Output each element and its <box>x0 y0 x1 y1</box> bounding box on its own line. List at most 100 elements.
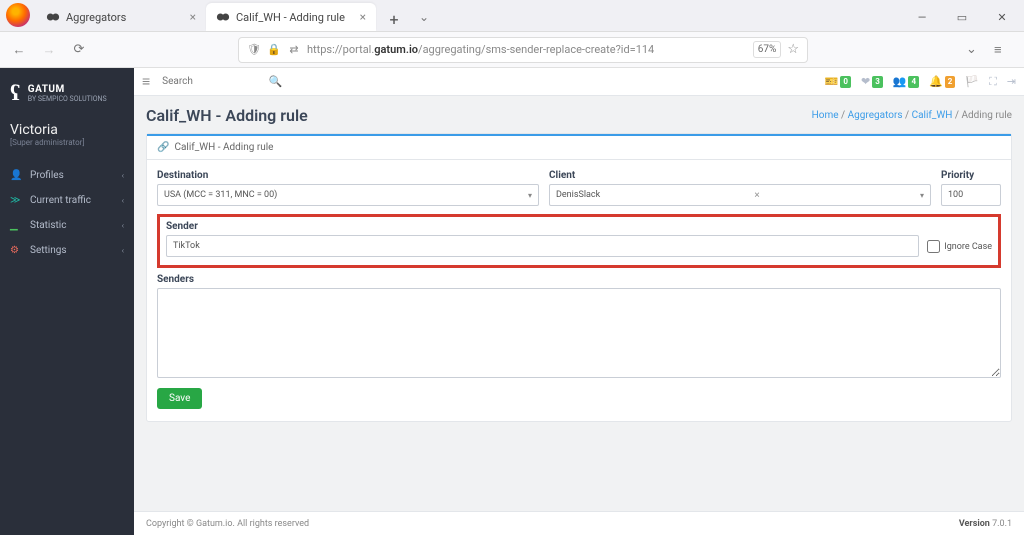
lang-icon[interactable]: 🏳️ <box>965 75 979 88</box>
tab-list-button[interactable]: ⌄ <box>406 3 442 31</box>
notif-badge-3[interactable]: 👥4 <box>893 75 919 88</box>
bookmark-star-icon[interactable]: ☆ <box>787 42 799 57</box>
page-title: Calif_WH - Adding rule <box>146 106 308 125</box>
breadcrumb-calif-wh[interactable]: Calif_WH <box>912 110 953 121</box>
notif-badge-1[interactable]: 🎫0 <box>825 75 851 88</box>
url-text: https://portal.gatum.io/aggregating/sms-… <box>307 43 654 56</box>
back-button[interactable]: ← <box>8 39 30 61</box>
chevron-left-icon: ‹ <box>122 246 124 255</box>
tab-label: Aggregators <box>66 11 126 24</box>
browser-tab-strip: Aggregators × Calif_WH - Adding rule × +… <box>0 0 1024 32</box>
link-icon: 🔗 <box>157 142 169 153</box>
hamburger-icon[interactable]: ≡ <box>142 73 150 90</box>
sidebar-item-profiles[interactable]: 👤 Profiles ‹ <box>0 163 134 188</box>
form-panel: 🔗 Calif_WH - Adding rule Destination USA… <box>146 133 1012 422</box>
ignore-case-checkbox[interactable]: Ignore Case <box>927 240 992 257</box>
breadcrumb: Home / Aggregators / Calif_WH / Adding r… <box>812 110 1012 121</box>
chevron-down-icon: ▾ <box>920 191 924 200</box>
user-block: Victoria [Super administrator] <box>0 118 134 155</box>
bell-icon: 🔔 <box>929 75 943 88</box>
browser-tab-aggregators[interactable]: Aggregators × <box>36 3 206 31</box>
heart-icon: ❤ <box>861 75 870 88</box>
panel-title: Calif_WH - Adding rule <box>174 142 273 153</box>
reload-button[interactable]: ⟳ <box>68 39 90 61</box>
priority-input[interactable] <box>941 184 1001 206</box>
footer: Copyright © Gatum.io. All rights reserve… <box>134 511 1024 535</box>
sender-input[interactable] <box>166 235 919 257</box>
chevron-left-icon: ‹ <box>122 171 124 180</box>
shield-icon: 🛡 <box>247 43 261 57</box>
logout-icon[interactable]: ⇥ <box>1007 75 1016 88</box>
brand-logo: ʕ <box>10 80 20 106</box>
chevron-left-icon: ‹ <box>122 221 124 230</box>
brand-subtitle: BY SEMPICO SOLUTIONS <box>28 95 107 103</box>
user-name: Victoria <box>10 122 124 138</box>
notif-badge-4[interactable]: 🔔2 <box>929 75 955 88</box>
sidebar-item-label: Statistic <box>30 220 66 231</box>
ticket-icon: 🎫 <box>825 75 839 88</box>
sidebar-item-label: Current traffic <box>30 195 91 206</box>
sidebar-item-label: Profiles <box>30 170 64 181</box>
close-tab-icon[interactable]: × <box>360 10 366 24</box>
permissions-icon: ⇄ <box>287 43 301 57</box>
tab-favicon <box>46 10 60 24</box>
destination-label: Destination <box>157 170 539 181</box>
traffic-icon: ≫ <box>10 195 22 206</box>
breadcrumb-current: Adding rule <box>962 110 1013 121</box>
chevron-left-icon: ‹ <box>122 196 124 205</box>
footer-version: 7.0.1 <box>992 519 1012 529</box>
sidebar: ʕ GATUM BY SEMPICO SOLUTIONS Victoria [S… <box>0 68 134 535</box>
client-label: Client <box>549 170 931 181</box>
chevron-down-icon: ▾ <box>528 191 532 200</box>
tab-favicon <box>216 10 230 24</box>
destination-select[interactable]: USA (MCC = 311, MNC = 00) ▾ <box>157 184 539 206</box>
lock-icon: 🔒 <box>267 43 281 57</box>
sender-highlight-region: Sender Ignore Case <box>157 214 1001 268</box>
senders-textarea[interactable] <box>157 288 1001 378</box>
client-select[interactable]: DenisSlack × ▾ <box>549 184 931 206</box>
pocket-icon[interactable]: ⌄ <box>966 42 984 58</box>
tab-label: Calif_WH - Adding rule <box>236 11 345 24</box>
browser-tab-calif-wh[interactable]: Calif_WH - Adding rule × <box>206 3 376 31</box>
sender-label: Sender <box>166 221 919 232</box>
breadcrumb-home[interactable]: Home <box>812 110 839 121</box>
sidebar-item-label: Settings <box>30 245 67 256</box>
destination-value: USA (MCC = 311, MNC = 00) <box>164 190 277 200</box>
zoom-level[interactable]: 67% <box>753 41 782 58</box>
notif-badge-2[interactable]: ❤3 <box>861 75 883 88</box>
window-minimize-button[interactable]: — <box>904 3 940 31</box>
chart-icon: ▁ <box>10 220 22 231</box>
user-role: [Super administrator] <box>10 138 124 147</box>
footer-version-label: Version <box>959 519 990 529</box>
user-icon: 👥 <box>893 75 907 88</box>
search-input[interactable]: 🔍 <box>162 76 282 87</box>
forward-button[interactable]: → <box>38 39 60 61</box>
ignore-case-label: Ignore Case <box>944 242 992 252</box>
firefox-icon <box>6 3 30 27</box>
priority-label: Priority <box>941 170 1001 181</box>
browser-toolbar: ← → ⟳ 🛡 🔒 ⇄ https://portal.gatum.io/aggr… <box>0 32 1024 68</box>
breadcrumb-aggregators[interactable]: Aggregators <box>848 110 903 121</box>
client-value: DenisSlack <box>556 190 600 200</box>
save-button[interactable]: Save <box>157 388 202 409</box>
user-icon: 👤 <box>10 170 22 181</box>
footer-copyright: Copyright © Gatum.io. All rights reserve… <box>146 519 309 529</box>
senders-label: Senders <box>157 274 1001 285</box>
sidebar-item-settings[interactable]: ⚙ Settings ‹ <box>0 238 134 263</box>
new-tab-button[interactable]: + <box>382 7 406 31</box>
window-maximize-button[interactable]: ▭ <box>944 3 980 31</box>
clear-icon[interactable]: × <box>754 190 759 201</box>
app-menu-icon[interactable]: ≡ <box>994 42 1012 58</box>
sidebar-item-statistic[interactable]: ▁ Statistic ‹ <box>0 213 134 238</box>
topbar: ≡ 🔍 🎫0 ❤3 👥4 🔔2 🏳️ ⛶ ⇥ <box>134 68 1024 96</box>
gear-icon: ⚙ <box>10 245 22 256</box>
close-tab-icon[interactable]: × <box>190 10 196 24</box>
sidebar-item-traffic[interactable]: ≫ Current traffic ‹ <box>0 188 134 213</box>
address-bar[interactable]: 🛡 🔒 ⇄ https://portal.gatum.io/aggregatin… <box>238 37 808 63</box>
panel-header: 🔗 Calif_WH - Adding rule <box>147 134 1011 160</box>
brand-title: GATUM <box>28 84 107 95</box>
brand: ʕ GATUM BY SEMPICO SOLUTIONS <box>0 68 134 118</box>
expand-icon[interactable]: ⛶ <box>989 75 997 89</box>
window-close-button[interactable]: ✕ <box>984 3 1020 31</box>
search-icon: 🔍 <box>268 75 282 88</box>
